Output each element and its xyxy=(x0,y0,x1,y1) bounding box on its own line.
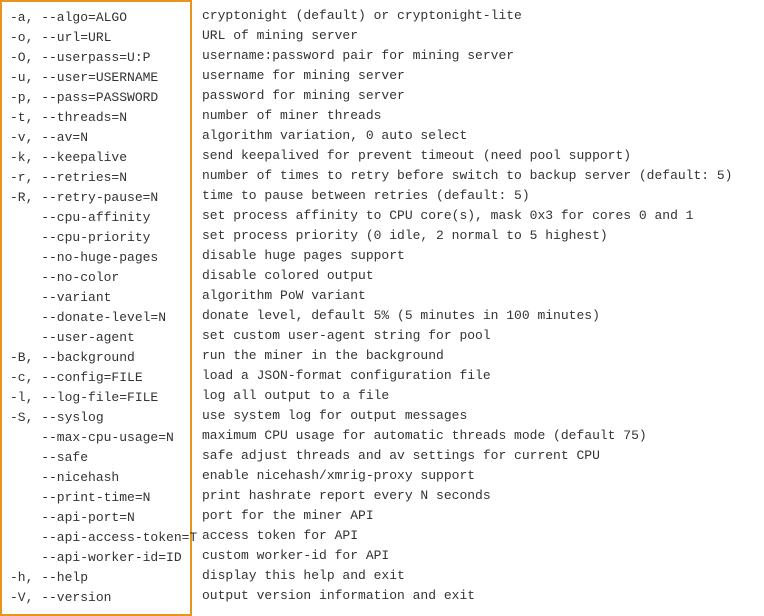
option-flag: --safe xyxy=(10,448,186,468)
option-description: algorithm PoW variant xyxy=(202,286,733,306)
option-flag: -p, --pass=PASSWORD xyxy=(10,88,186,108)
option-flag: --api-access-token=T xyxy=(10,528,186,548)
option-description: safe adjust threads and av settings for … xyxy=(202,446,733,466)
option-flag: --cpu-priority xyxy=(10,228,186,248)
flags-column: -a, --algo=ALGO-o, --url=URL-O, --userpa… xyxy=(0,0,192,616)
option-description: output version information and exit xyxy=(202,586,733,606)
option-description: disable colored output xyxy=(202,266,733,286)
option-description: username:password pair for mining server xyxy=(202,46,733,66)
option-description: load a JSON-format configuration file xyxy=(202,366,733,386)
option-description: URL of mining server xyxy=(202,26,733,46)
option-flag: --donate-level=N xyxy=(10,308,186,328)
option-flag: --api-worker-id=ID xyxy=(10,548,186,568)
option-description: disable huge pages support xyxy=(202,246,733,266)
option-flag: --variant xyxy=(10,288,186,308)
option-flag: --no-color xyxy=(10,268,186,288)
option-description: send keepalived for prevent timeout (nee… xyxy=(202,146,733,166)
option-description: set process priority (0 idle, 2 normal t… xyxy=(202,226,733,246)
option-description: port for the miner API xyxy=(202,506,733,526)
descriptions-column: cryptonight (default) or cryptonight-lit… xyxy=(192,0,733,616)
option-description: set custom user-agent string for pool xyxy=(202,326,733,346)
option-description: use system log for output messages xyxy=(202,406,733,426)
option-description: maximum CPU usage for automatic threads … xyxy=(202,426,733,446)
option-description: custom worker-id for API xyxy=(202,546,733,566)
option-description: cryptonight (default) or cryptonight-lit… xyxy=(202,6,733,26)
option-description: enable nicehash/xmrig-proxy support xyxy=(202,466,733,486)
option-description: print hashrate report every N seconds xyxy=(202,486,733,506)
option-description: username for mining server xyxy=(202,66,733,86)
option-flag: -a, --algo=ALGO xyxy=(10,8,186,28)
option-flag: -r, --retries=N xyxy=(10,168,186,188)
option-flag: -v, --av=N xyxy=(10,128,186,148)
option-flag: -t, --threads=N xyxy=(10,108,186,128)
option-description: number of times to retry before switch t… xyxy=(202,166,733,186)
option-description: donate level, default 5% (5 minutes in 1… xyxy=(202,306,733,326)
option-description: set process affinity to CPU core(s), mas… xyxy=(202,206,733,226)
option-flag: --nicehash xyxy=(10,468,186,488)
option-flag: --api-port=N xyxy=(10,508,186,528)
option-flag: -S, --syslog xyxy=(10,408,186,428)
option-flag: --cpu-affinity xyxy=(10,208,186,228)
option-flag: -B, --background xyxy=(10,348,186,368)
option-flag: --no-huge-pages xyxy=(10,248,186,268)
option-description: display this help and exit xyxy=(202,566,733,586)
option-flag: -o, --url=URL xyxy=(10,28,186,48)
option-description: algorithm variation, 0 auto select xyxy=(202,126,733,146)
cli-help-table: -a, --algo=ALGO-o, --url=URL-O, --userpa… xyxy=(0,0,764,616)
option-flag: -u, --user=USERNAME xyxy=(10,68,186,88)
option-description: log all output to a file xyxy=(202,386,733,406)
option-flag: -O, --userpass=U:P xyxy=(10,48,186,68)
option-flag: --max-cpu-usage=N xyxy=(10,428,186,448)
option-flag: -k, --keepalive xyxy=(10,148,186,168)
option-flag: --print-time=N xyxy=(10,488,186,508)
option-flag: -l, --log-file=FILE xyxy=(10,388,186,408)
option-description: access token for API xyxy=(202,526,733,546)
option-description: time to pause between retries (default: … xyxy=(202,186,733,206)
option-flag: -h, --help xyxy=(10,568,186,588)
option-flag: -V, --version xyxy=(10,588,186,608)
option-flag: -c, --config=FILE xyxy=(10,368,186,388)
option-flag: --user-agent xyxy=(10,328,186,348)
option-description: run the miner in the background xyxy=(202,346,733,366)
option-description: number of miner threads xyxy=(202,106,733,126)
option-flag: -R, --retry-pause=N xyxy=(10,188,186,208)
option-description: password for mining server xyxy=(202,86,733,106)
